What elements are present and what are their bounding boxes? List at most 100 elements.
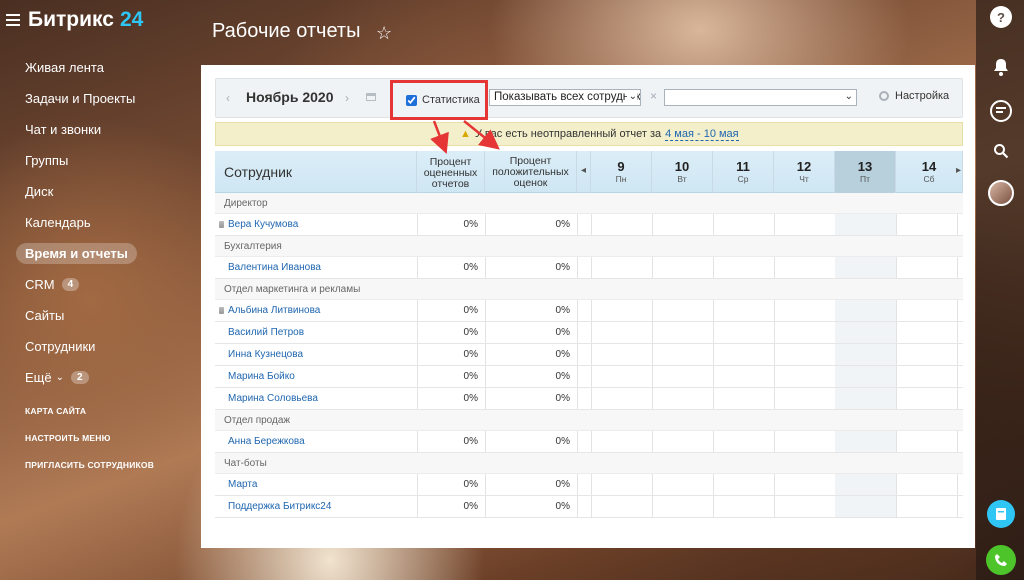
next-month-icon[interactable]: › [345, 91, 349, 105]
favorite-star-icon[interactable]: ☆ [376, 23, 392, 44]
sidebar-item-10[interactable]: Ещё ⌄ 2 [15, 362, 195, 393]
employee-link[interactable]: Валентина Иванова [228, 262, 321, 273]
rated-percent-cell: 0% [463, 436, 478, 447]
today-column [835, 366, 896, 387]
positive-percent-cell: 0% [555, 436, 570, 447]
statistics-label: Статистика [422, 94, 480, 106]
clear-filter-icon[interactable]: × [650, 89, 657, 103]
sidebar-item-3[interactable]: Группы [15, 145, 195, 176]
today-column [835, 388, 896, 409]
sidebar-counter: 2 [71, 371, 89, 384]
employee-link[interactable]: Поддержка Битрикс24 [228, 501, 331, 512]
grid-line [957, 431, 958, 452]
statistics-checkbox-highlight[interactable]: Статистика [390, 80, 488, 120]
employees-select[interactable]: Показывать всех сотрудников ⌄ [489, 89, 641, 106]
day-col-10[interactable]: 10 Вт [652, 151, 713, 193]
settings-button[interactable]: Настройка [879, 90, 949, 102]
employee-link[interactable]: Альбина Литвинова [218, 305, 320, 316]
toolbar: ‹ Ноябрь 2020 › Статистика Показывать вс… [215, 78, 963, 120]
employee-link[interactable]: Анна Бережкова [228, 436, 305, 447]
invite-employees-link[interactable]: ПРИГЛАСИТЬ СОТРУДНИКОВ [25, 459, 154, 486]
grid-line [591, 366, 592, 387]
grid-line [577, 300, 578, 321]
grid-line [774, 388, 775, 409]
employee-link[interactable]: Василий Петров [228, 327, 304, 338]
sitemap-link[interactable]: КАРТА САЙТА [25, 405, 154, 432]
grid-line [896, 322, 897, 343]
sidebar-item-label: Сайты [25, 308, 65, 323]
employee-link[interactable]: Инна Кузнецова [228, 349, 303, 360]
day-col-12[interactable]: 12 Чт [774, 151, 835, 193]
grid-line [713, 214, 714, 235]
bell-icon[interactable] [990, 56, 1012, 78]
employee-link[interactable]: Вера Кучумова [218, 219, 298, 230]
logo-number: 24 [119, 8, 144, 31]
sidebar-item-label: Группы [25, 153, 69, 168]
col-rated-percent: Процент оцененных отчетов [417, 151, 485, 193]
day-name: Пт [859, 174, 870, 184]
search-icon[interactable] [990, 140, 1012, 162]
grid-line [896, 257, 897, 278]
department-select[interactable]: ⌄ [664, 89, 857, 106]
grid-line [591, 388, 592, 409]
menu-burger-icon[interactable] [6, 14, 20, 26]
table-row: Вера Кучумова 0% 0% [215, 214, 963, 236]
warning-icon: ▲ [460, 128, 471, 140]
positive-percent-cell: 0% [555, 262, 570, 273]
statistics-checkbox[interactable] [406, 94, 417, 106]
phone-icon[interactable] [986, 545, 1016, 575]
grid-line [957, 300, 958, 321]
grid-line [591, 322, 592, 343]
sidebar-item-6[interactable]: Время и отчеты [15, 238, 195, 269]
day-col-11[interactable]: 11 Ср [713, 151, 774, 193]
day-col-14[interactable]: 14 Сб [896, 151, 963, 193]
rated-percent-cell: 0% [463, 393, 478, 404]
timeman-icon[interactable] [987, 500, 1015, 528]
day-number: 13 [857, 159, 873, 174]
positive-percent-cell: 0% [555, 349, 570, 360]
day-number: 10 [674, 159, 690, 174]
sidebar-item-4[interactable]: Диск [15, 176, 195, 207]
help-icon[interactable]: ? [990, 6, 1012, 28]
group-header: Бухгалтерия [215, 236, 963, 257]
sidebar-item-label: CRM [25, 277, 55, 292]
warning-period-link[interactable]: 4 мая - 10 мая [665, 128, 739, 141]
avatar[interactable] [988, 180, 1014, 206]
sidebar-counter: 4 [61, 278, 80, 291]
grid-line [577, 257, 578, 278]
grid-line [957, 366, 958, 387]
grid-line [774, 474, 775, 495]
sidebar-item-5[interactable]: Календарь [15, 207, 195, 238]
positive-percent-cell: 0% [555, 371, 570, 382]
sidebar-item-8[interactable]: Сайты [15, 300, 195, 331]
sidebar-item-1[interactable]: Задачи и Проекты [15, 83, 195, 114]
prev-month-icon[interactable]: ‹ [226, 91, 230, 105]
sidebar-item-2[interactable]: Чат и звонки [15, 114, 195, 145]
sidebar-item-7[interactable]: CRM 4 [15, 269, 195, 300]
today-column [835, 474, 896, 495]
reports-panel: ‹ Ноябрь 2020 › Статистика Показывать вс… [201, 65, 975, 548]
grid-line [957, 214, 958, 235]
grid-line [774, 257, 775, 278]
sidebar-item-9[interactable]: Сотрудники [15, 331, 195, 362]
sidebar-item-0[interactable]: Живая лента [15, 52, 195, 83]
calendar-icon[interactable] [366, 93, 376, 101]
employee-link[interactable]: Марина Соловьева [228, 393, 318, 404]
day-col-13[interactable]: 13 Пт [835, 151, 896, 193]
grid-line [713, 388, 714, 409]
grid-line [713, 496, 714, 517]
sidebar-item-label: Ещё [25, 370, 52, 385]
employee-link[interactable]: Марина Бойко [228, 371, 295, 382]
configure-menu-link[interactable]: НАСТРОИТЬ МЕНЮ [25, 432, 154, 459]
chat-icon[interactable] [990, 100, 1012, 122]
logo[interactable]: Битрикс 24 [6, 8, 143, 32]
positive-percent-cell: 0% [555, 501, 570, 512]
grid-line [652, 388, 653, 409]
month-title: Ноябрь 2020 [246, 89, 334, 105]
day-number: 12 [796, 159, 812, 174]
grid-line [774, 366, 775, 387]
employee-link[interactable]: Марта [228, 479, 257, 490]
grid-line [591, 431, 592, 452]
grid-line [896, 300, 897, 321]
day-col-9[interactable]: 9 Пн [591, 151, 652, 193]
